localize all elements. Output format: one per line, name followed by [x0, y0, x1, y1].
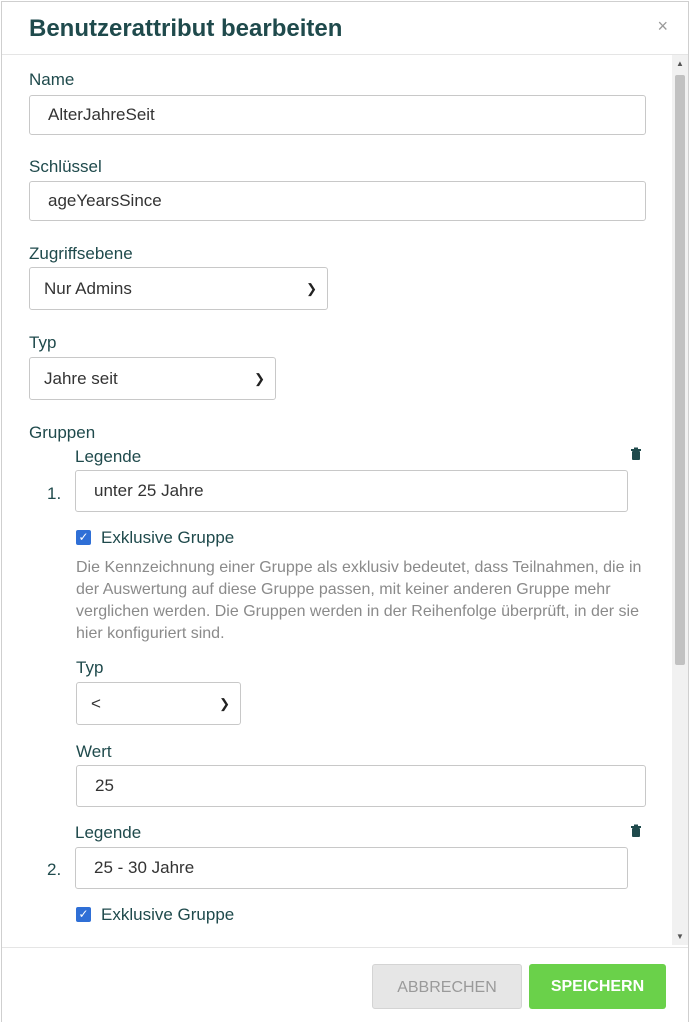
group-1-number: 1. — [47, 484, 62, 503]
save-button[interactable]: SPEICHERN — [529, 964, 666, 1009]
trash-icon[interactable] — [629, 824, 643, 838]
scroll-up-icon[interactable]: ▲ — [676, 59, 684, 68]
trash-icon[interactable] — [629, 447, 643, 461]
cancel-button[interactable]: ABBRECHEN — [372, 964, 522, 1009]
group-2-legend-input[interactable]: 25 - 30 Jahre — [75, 847, 628, 889]
dialog-footer: ABBRECHEN SPEICHERN — [2, 947, 688, 1024]
group-1-exclusive-label: Exklusive Gruppe — [101, 528, 235, 547]
type-value: Jahre seit — [44, 369, 118, 388]
close-icon[interactable]: × — [657, 16, 668, 37]
access-level-label: Zugriffsebene — [29, 244, 133, 263]
scroll-thumb[interactable] — [675, 75, 685, 665]
group-1-type-select[interactable]: < ❯ — [76, 682, 241, 725]
dialog-title: Benutzerattribut bearbeiten — [29, 15, 343, 42]
group-1-legend-label: Legende — [75, 447, 142, 466]
chevron-down-icon: ❯ — [254, 371, 265, 386]
group-1-legend-input[interactable]: unter 25 Jahre — [75, 470, 628, 512]
group-2-legend-label: Legende — [75, 823, 142, 842]
scrollbar[interactable]: ▲ ▼ — [672, 55, 688, 945]
type-select[interactable]: Jahre seit ❯ — [29, 357, 276, 400]
chevron-down-icon: ❯ — [306, 281, 317, 296]
chevron-down-icon: ❯ — [219, 696, 230, 711]
group-1-exclusive-checkbox[interactable]: ✓ — [76, 530, 91, 545]
key-input[interactable]: ageYearsSince — [29, 181, 646, 221]
groups-label: Gruppen — [29, 423, 96, 442]
access-level-value: Nur Admins — [44, 279, 132, 298]
group-1-type-value: < — [91, 694, 101, 713]
group-1-type-label: Typ — [76, 658, 104, 677]
dialog-body: Name AlterJahreSeit Schlüssel ageYearsSi… — [2, 55, 674, 945]
name-input[interactable]: AlterJahreSeit — [29, 95, 646, 135]
group-2-exclusive-label: Exklusive Gruppe — [101, 905, 235, 924]
group-2-number: 2. — [47, 860, 62, 879]
access-level-select[interactable]: Nur Admins ❯ — [29, 267, 328, 310]
edit-attribute-dialog: Benutzerattribut bearbeiten × Name Alter… — [1, 1, 689, 1024]
group-1-help-text: Die Kennzeichnung einer Gruppe als exklu… — [76, 559, 642, 642]
group-1-value-label: Wert — [76, 742, 112, 761]
dialog-header: Benutzerattribut bearbeiten × — [2, 2, 688, 55]
group-1-value-input[interactable]: 25 — [76, 765, 646, 807]
group-2-exclusive-checkbox[interactable]: ✓ — [76, 907, 91, 922]
scroll-down-icon[interactable]: ▼ — [676, 932, 684, 941]
type-label: Typ — [29, 333, 57, 352]
key-label: Schlüssel — [29, 157, 102, 176]
name-label: Name — [29, 70, 75, 89]
